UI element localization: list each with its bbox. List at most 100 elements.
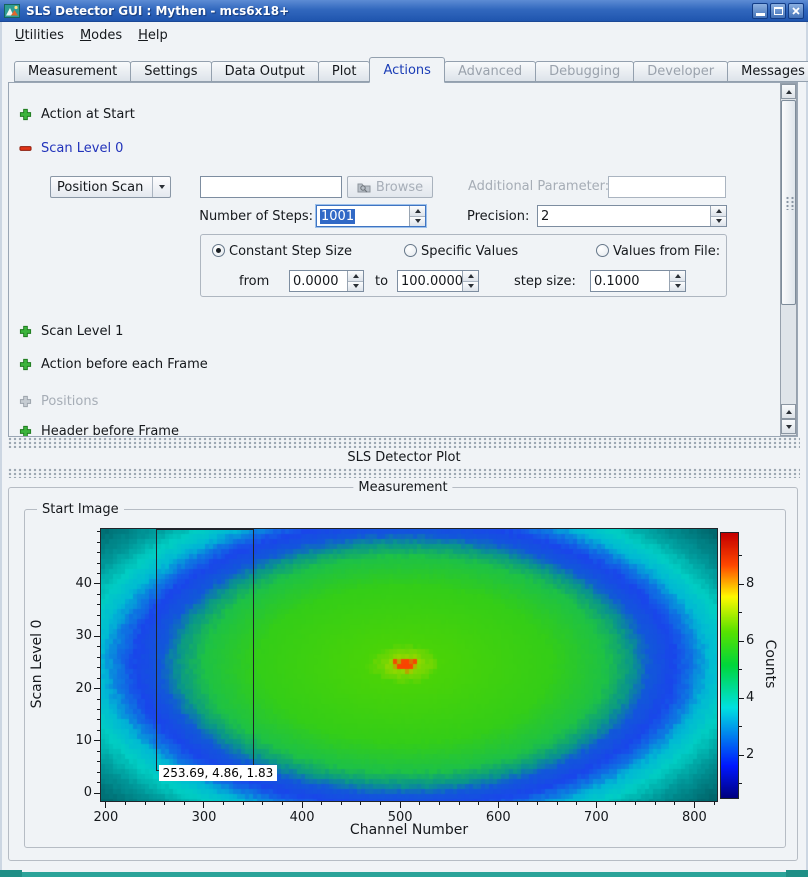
action-row-label: Action at Start (41, 107, 135, 122)
radio-values-from-file[interactable] (596, 244, 609, 257)
collapse-minus-icon[interactable] (19, 142, 32, 155)
precision-spinbox: 2 (537, 205, 727, 227)
selected-text: 1001 (320, 209, 355, 224)
expand-plus-icon[interactable] (19, 325, 32, 338)
folder-search-icon (357, 181, 371, 193)
from-increment-button[interactable] (348, 271, 363, 281)
combo-dropdown-button[interactable] (152, 177, 170, 197)
from-label: from (239, 274, 269, 289)
minimize-button[interactable] (752, 3, 768, 19)
tab-measurement[interactable]: Measurement (14, 61, 131, 82)
step-size-spinbox: 0.1000 (590, 270, 686, 292)
expand-plus-icon[interactable] (19, 108, 32, 121)
precision-increment-button[interactable] (711, 206, 726, 216)
from-spinbox: 0.0000 (289, 270, 364, 292)
precision-input[interactable]: 2 (538, 206, 710, 226)
action-row-scan-level-1: Scan Level 1 (19, 323, 123, 339)
number-of-steps-label: Number of Steps: (169, 209, 313, 224)
zoom-selection-rect (156, 529, 254, 771)
down-arrow-icon (415, 219, 421, 223)
step-mode-groupbox: Constant Step Size Specific Values Value… (200, 234, 727, 297)
maximize-icon (774, 7, 783, 15)
step-size-increment-button[interactable] (670, 271, 685, 281)
action-row-label: Scan Level 1 (41, 324, 123, 339)
to-decrement-button[interactable] (463, 281, 478, 292)
down-arrow-icon (353, 284, 359, 288)
menu-utilities[interactable]: Utilities (8, 25, 71, 46)
y-axis-title: Scan Level 0 (29, 620, 45, 709)
action-row-start: Action at Start (19, 106, 135, 122)
scroll-down-button[interactable] (781, 419, 796, 434)
x-axis-title: Channel Number (350, 822, 468, 838)
step-size-label: step size: (514, 274, 576, 289)
precision-label: Precision: (467, 209, 529, 224)
up-arrow-icon (468, 274, 474, 278)
splitter-handle[interactable] (8, 437, 800, 448)
actions-tab-panel: Action at Start Scan Level 0 Position Sc… (8, 82, 798, 437)
tab-data-output[interactable]: Data Output (211, 61, 319, 82)
resize-corner-left[interactable] (0, 870, 22, 877)
additional-parameter-input (608, 176, 726, 198)
spin-arrows (669, 271, 685, 291)
to-input[interactable]: 100.0000 (398, 271, 462, 291)
close-button[interactable] (788, 3, 804, 19)
from-decrement-button[interactable] (348, 281, 363, 292)
tab-developer: Developer (633, 61, 728, 82)
tab-settings[interactable]: Settings (130, 61, 211, 82)
additional-parameter-label: Additional Parameter: (468, 179, 609, 194)
scroll-up-button-bottom[interactable] (781, 404, 796, 419)
scan-mode-combobox[interactable]: Position Scan (50, 176, 171, 198)
action-row-label: Positions (41, 394, 98, 409)
splitter-handle[interactable] (8, 468, 800, 478)
number-of-steps-increment-button[interactable] (410, 206, 425, 216)
up-arrow-icon (716, 209, 722, 213)
colorbar (720, 532, 739, 799)
radio-label: Specific Values (421, 244, 518, 259)
expand-plus-icon[interactable] (19, 425, 32, 438)
menubar: Utilities Modes Help (2, 22, 806, 48)
number-of-steps-input[interactable]: 1001 (317, 206, 409, 226)
app-icon[interactable] (4, 3, 20, 19)
up-arrow-icon (786, 90, 792, 94)
step-size-decrement-button[interactable] (670, 281, 685, 292)
tab-plot[interactable]: Plot (318, 61, 371, 82)
radio-constant-step-size[interactable] (212, 244, 225, 257)
expand-plus-icon-disabled (19, 395, 32, 408)
vertical-scrollbar (780, 83, 797, 436)
to-increment-button[interactable] (463, 271, 478, 281)
radio-specific-values[interactable] (404, 244, 417, 257)
heatmap-plot[interactable]: 253.69, 4.86, 1.83 (100, 528, 718, 802)
action-row-label: Header before Frame (41, 424, 179, 438)
tab-messages[interactable]: Messages (727, 61, 808, 82)
menu-modes[interactable]: Modes (73, 25, 129, 46)
scan-mode-value: Position Scan (51, 177, 152, 197)
tab-debugging: Debugging (535, 61, 634, 82)
from-input[interactable]: 0.0000 (290, 271, 347, 291)
action-row-header-before-frame: Header before Frame (19, 423, 179, 437)
action-row-before-frame: Action before each Frame (19, 356, 208, 372)
window-controls (752, 3, 804, 19)
browse-button-label: Browse (376, 180, 423, 195)
window-title: SLS Detector GUI : Mythen - mcs6x18+ (26, 4, 289, 18)
menu-help[interactable]: Help (131, 25, 175, 46)
scrollbar-thumb[interactable] (781, 100, 796, 305)
tabbar: Measurement Settings Data Output Plot Ac… (8, 56, 800, 82)
step-size-input[interactable]: 0.1000 (591, 271, 669, 291)
maximize-button[interactable] (770, 3, 786, 19)
resize-corner-right[interactable] (786, 870, 808, 877)
action-row-scan-level-0: Scan Level 0 (19, 140, 123, 156)
titlebar[interactable]: SLS Detector GUI : Mythen - mcs6x18+ (0, 0, 808, 22)
to-label: to (375, 274, 388, 289)
tab-actions[interactable]: Actions (369, 57, 445, 83)
scan-value-input[interactable] (200, 176, 342, 198)
window-border-bottom[interactable] (0, 872, 808, 877)
expand-plus-icon[interactable] (19, 358, 32, 371)
action-row-label: Scan Level 0 (41, 141, 123, 156)
down-arrow-icon (675, 284, 681, 288)
radio-label: Constant Step Size (229, 244, 352, 259)
down-arrow-icon (468, 284, 474, 288)
precision-decrement-button[interactable] (711, 216, 726, 227)
action-row-label: Action before each Frame (41, 357, 208, 372)
scroll-up-button[interactable] (781, 84, 796, 99)
number-of-steps-decrement-button[interactable] (410, 216, 425, 227)
